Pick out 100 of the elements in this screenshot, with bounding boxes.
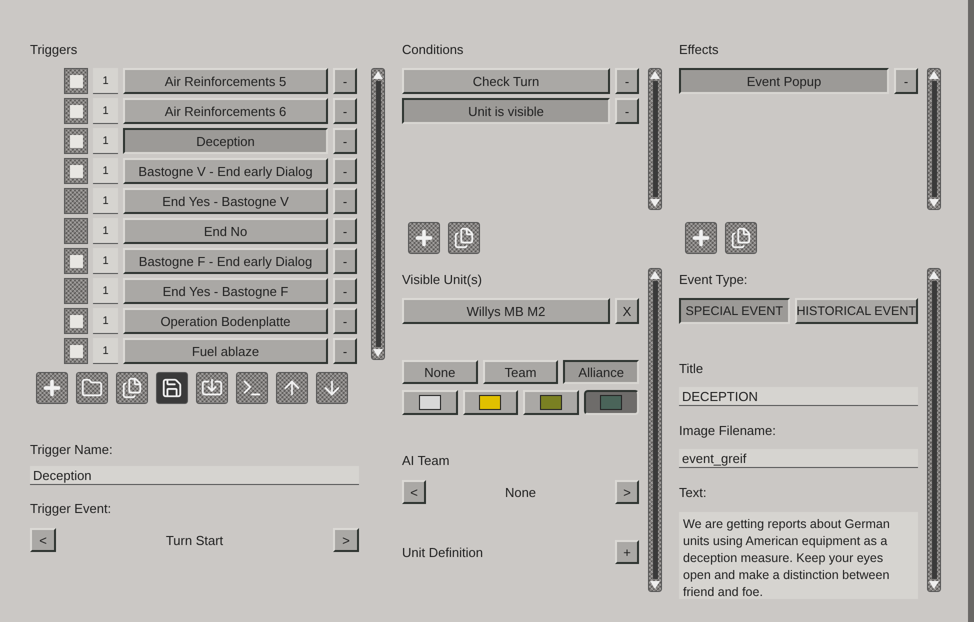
- remove-button[interactable]: -: [615, 98, 639, 124]
- field-label: Visible Unit(s): [402, 272, 483, 288]
- remove-button[interactable]: -: [333, 248, 357, 274]
- import-button[interactable]: [196, 372, 228, 404]
- scrollbar[interactable]: [371, 68, 385, 360]
- checkbox[interactable]: [64, 218, 88, 244]
- event-type-tab[interactable]: HISTORICAL EVENT: [794, 298, 918, 324]
- previous-button[interactable]: <: [30, 528, 56, 552]
- trigger-item[interactable]: End No: [123, 218, 328, 244]
- checkbox[interactable]: [64, 278, 88, 304]
- open-button[interactable]: [76, 372, 108, 404]
- count-field[interactable]: 1: [93, 188, 118, 214]
- next-button[interactable]: >: [333, 528, 359, 552]
- copy-button[interactable]: [725, 222, 757, 254]
- add-button[interactable]: +: [615, 540, 639, 564]
- count-field[interactable]: 1: [93, 248, 118, 274]
- copy-button[interactable]: [448, 222, 480, 254]
- field-label: Event Type:: [679, 272, 748, 288]
- remove-button[interactable]: -: [333, 128, 357, 154]
- trigger-item[interactable]: Bastogne F - End early Dialog: [123, 248, 328, 274]
- trigger-item[interactable]: Operation Bodenplatte: [123, 308, 328, 334]
- remove-button[interactable]: -: [894, 68, 918, 94]
- scope-tab[interactable]: None: [402, 360, 478, 384]
- remove-button[interactable]: X: [615, 298, 639, 324]
- console-button[interactable]: [236, 372, 268, 404]
- checkbox[interactable]: [64, 158, 88, 184]
- image-filename-field[interactable]: event_greif: [679, 449, 918, 468]
- up-button[interactable]: [276, 372, 308, 404]
- count-field[interactable]: 1: [93, 68, 118, 94]
- scroll-up-icon[interactable]: [650, 271, 660, 279]
- remove-button[interactable]: -: [333, 188, 357, 214]
- add-button[interactable]: [36, 372, 68, 404]
- count-field[interactable]: 1: [93, 128, 118, 154]
- section-heading: Effects: [679, 42, 720, 58]
- count-field[interactable]: 1: [93, 98, 118, 124]
- field-label: Trigger Event:: [30, 501, 112, 517]
- title-field[interactable]: DECEPTION: [679, 387, 918, 406]
- trigger-item[interactable]: End Yes - Bastogne V: [123, 188, 328, 214]
- next-button[interactable]: >: [615, 480, 639, 504]
- trigger-item[interactable]: Fuel ablaze: [123, 338, 328, 364]
- checkbox[interactable]: [64, 248, 88, 274]
- scroll-down-icon[interactable]: [650, 199, 660, 207]
- copy-button[interactable]: [116, 372, 148, 404]
- list-item[interactable]: Unit is visible: [402, 98, 610, 124]
- scrollbar[interactable]: [648, 68, 662, 210]
- trigger-name-field[interactable]: Deception: [30, 466, 359, 485]
- copy-icon: [121, 377, 143, 399]
- scroll-down-icon[interactable]: [650, 581, 660, 589]
- scroll-down-icon[interactable]: [929, 581, 939, 589]
- scrollbar[interactable]: [648, 268, 662, 592]
- count-field[interactable]: 1: [93, 218, 118, 244]
- checkbox[interactable]: [64, 98, 88, 124]
- add-button[interactable]: [408, 222, 440, 254]
- event-value: Turn Start: [164, 532, 224, 548]
- remove-button[interactable]: -: [333, 338, 357, 364]
- count-field[interactable]: 1: [93, 278, 118, 304]
- field-label: Text:: [679, 485, 708, 501]
- checkbox[interactable]: [64, 338, 88, 364]
- trigger-item[interactable]: Air Reinforcements 6: [123, 98, 328, 124]
- scroll-down-icon[interactable]: [929, 199, 939, 207]
- scroll-up-icon[interactable]: [929, 271, 939, 279]
- checkbox[interactable]: [64, 188, 88, 214]
- count-field[interactable]: 1: [93, 158, 118, 184]
- scope-tab[interactable]: Alliance: [563, 360, 640, 384]
- checkbox[interactable]: [64, 68, 88, 94]
- remove-button[interactable]: -: [333, 158, 357, 184]
- trigger-item[interactable]: End Yes - Bastogne F: [123, 278, 328, 304]
- remove-button[interactable]: -: [333, 308, 357, 334]
- scope-tab[interactable]: Team: [482, 360, 558, 384]
- scroll-up-icon[interactable]: [929, 71, 939, 79]
- trigger-item[interactable]: Air Reinforcements 5: [123, 68, 328, 94]
- count-field[interactable]: 1: [93, 338, 118, 364]
- event-type-tab[interactable]: SPECIAL EVENT: [679, 298, 790, 324]
- remove-button[interactable]: -: [615, 68, 639, 94]
- list-item[interactable]: Check Turn: [402, 68, 610, 94]
- remove-button[interactable]: -: [333, 68, 357, 94]
- folder-icon: [81, 377, 103, 399]
- color-button[interactable]: [584, 390, 639, 415]
- checkbox[interactable]: [64, 128, 88, 154]
- down-button[interactable]: [316, 372, 348, 404]
- remove-button[interactable]: -: [333, 98, 357, 124]
- scroll-up-icon[interactable]: [373, 71, 383, 79]
- remove-button[interactable]: -: [333, 218, 357, 244]
- trigger-item[interactable]: Deception: [123, 128, 328, 154]
- save-button[interactable]: [156, 372, 188, 404]
- previous-button[interactable]: <: [402, 480, 426, 504]
- scroll-down-icon[interactable]: [373, 349, 383, 357]
- plus-icon: [413, 227, 435, 249]
- add-button[interactable]: [685, 222, 717, 254]
- remove-button[interactable]: -: [333, 278, 357, 304]
- field-label: Title: [679, 361, 704, 377]
- trigger-item[interactable]: Bastogne V - End early Dialog: [123, 158, 328, 184]
- unit-item[interactable]: Willys MB M2: [402, 298, 610, 324]
- count-field[interactable]: 1: [93, 308, 118, 334]
- text-area[interactable]: We are getting reports about German units using American equipment as a deception measure. Keep your eyes open and make a distinction between friend and foe.: [679, 512, 918, 599]
- scrollbar[interactable]: [927, 68, 941, 210]
- checkbox[interactable]: [64, 308, 88, 334]
- scrollbar[interactable]: [927, 268, 941, 592]
- list-item[interactable]: Event Popup: [679, 68, 889, 94]
- scroll-up-icon[interactable]: [650, 71, 660, 79]
